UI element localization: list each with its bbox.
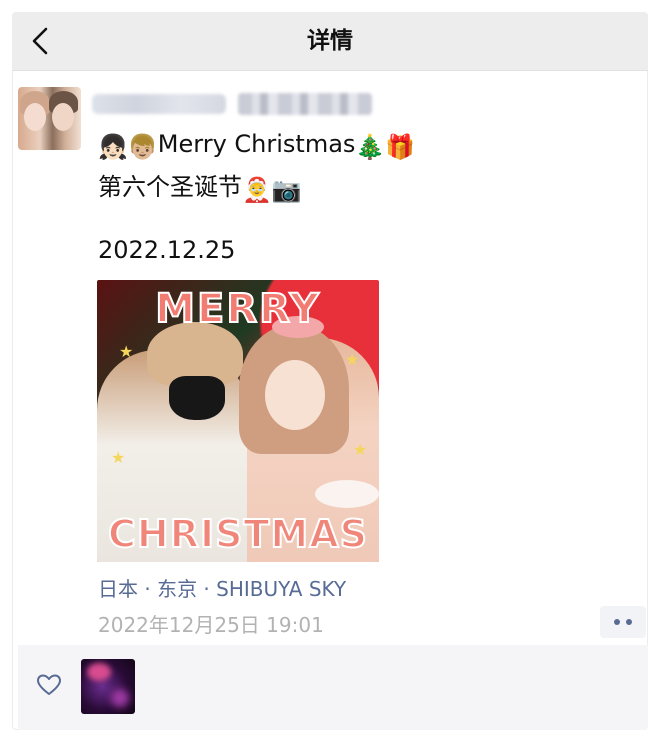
likes-section	[18, 645, 648, 730]
more-actions-button[interactable]	[600, 606, 646, 638]
post-text-line-1: 👧🏻👦🏼Merry Christmas🎄🎁	[98, 130, 415, 161]
navigation-bar: 详情	[12, 12, 648, 71]
liker-avatar[interactable]	[81, 659, 135, 714]
moment-detail-screen: 详情 👧🏻👦🏼Merry Christmas🎄🎁 第六个圣诞节🤶📷 2022.1…	[12, 12, 648, 730]
author-name-redacted[interactable]	[92, 94, 226, 114]
photo-caption-christmas: CHRISTMAS	[107, 511, 368, 557]
post-timestamp: 2022年12月25日 19:01	[98, 613, 324, 637]
post-text-line-2: 第六个圣诞节🤶📷	[98, 167, 302, 204]
post-text-sixth-christmas: 第六个圣诞节	[98, 173, 242, 201]
post-photo[interactable]: ★ ★ ★ ★ MERRY CHRISTMAS	[97, 280, 379, 562]
boy-emoji-icon: 👦🏼	[127, 133, 158, 161]
page-title: 详情	[307, 28, 353, 54]
author-name-redacted-2	[238, 93, 372, 115]
post-date-text: 2022.12.25	[98, 236, 236, 264]
post-text-merry-christmas: Merry Christmas	[157, 130, 356, 158]
mrs-claus-emoji-icon: 🤶	[242, 176, 272, 204]
author-avatar[interactable]	[18, 87, 81, 150]
heart-outline-icon	[37, 674, 61, 695]
christmas-tree-emoji-icon: 🎄	[355, 133, 386, 161]
camera-emoji-icon: 📷	[271, 176, 302, 204]
post-location-link[interactable]: 日本 · 东京 · SHIBUYA SKY	[98, 573, 346, 602]
gift-emoji-icon: 🎁	[385, 133, 416, 161]
more-dots-icon	[626, 619, 632, 625]
more-dots-icon	[614, 619, 620, 625]
photo-caption-merry: MERRY	[154, 285, 321, 333]
girl-emoji-icon: 👧🏻	[98, 133, 128, 161]
